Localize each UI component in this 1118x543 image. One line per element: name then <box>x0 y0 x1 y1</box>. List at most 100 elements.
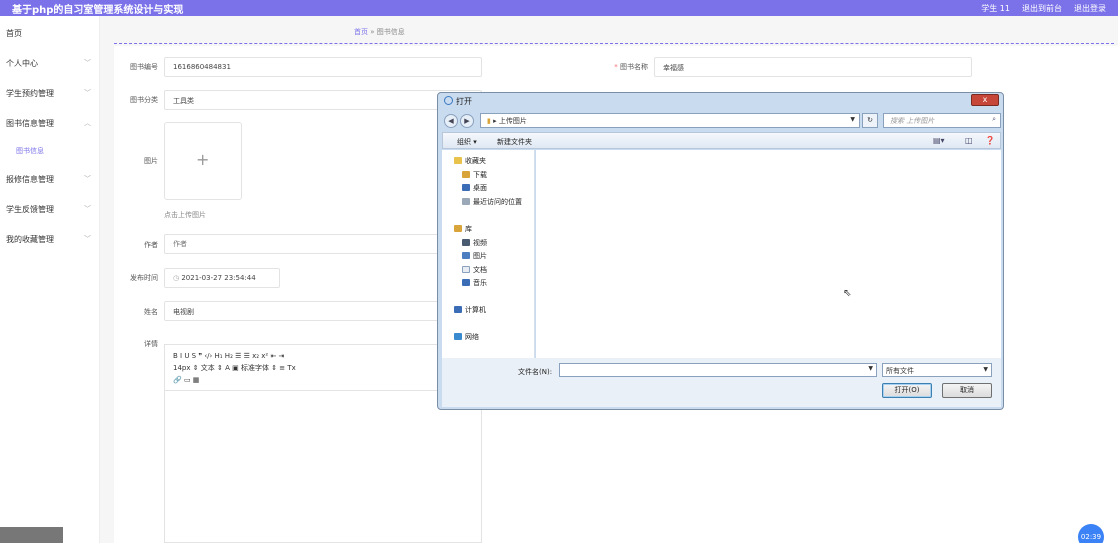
editor-toolbar[interactable]: B I U S ❞ ‹/› H₁ H₂ ☰ ☰ x₂ x² ⇤ ⇥ 14px ⇕… <box>165 345 481 391</box>
back-button[interactable]: ◀ <box>444 114 458 128</box>
logout-link[interactable]: 退出登录 <box>1074 3 1106 14</box>
top-bar: 基于php的自习室管理系统设计与实现 学生 11 退出到前台 退出登录 <box>0 0 1118 16</box>
image-upload[interactable]: + <box>164 122 242 200</box>
category-select[interactable]: 工具类 <box>164 90 482 110</box>
chevron-down-icon[interactable]: ▼ <box>868 365 873 372</box>
search-input[interactable]: 搜索 上传图片 ⌕ <box>883 113 1001 128</box>
editor-toolbar-row[interactable]: B I U S ❞ ‹/› H₁ H₂ ☰ ☰ x₂ x² ⇤ ⇥ <box>173 350 473 362</box>
search-icon[interactable]: ⌕ <box>992 115 996 124</box>
command-bar: 组织 ▾ 新建文件夹 ▤▾ ◫ ❓ <box>442 132 1001 149</box>
editor-toolbar-row[interactable]: 🔗 ▭ ▦ <box>173 374 473 386</box>
sidebar-item-books[interactable]: 图书信息管理 ︿ <box>6 118 91 129</box>
breadcrumb: 首页 » 图书信息 <box>354 28 405 36</box>
nav-videos[interactable]: 视频 <box>462 238 487 248</box>
app-icon <box>444 96 453 105</box>
book-no-label: 图书编号 <box>130 63 158 71</box>
to-frontend-link[interactable]: 退出到前台 <box>1022 3 1062 14</box>
plus-icon: + <box>196 150 210 169</box>
author-input[interactable] <box>164 234 482 254</box>
chevron-up-icon: ︿ <box>84 119 91 127</box>
chevron-down-icon: ﹀ <box>84 89 91 97</box>
nav-music[interactable]: 音乐 <box>462 278 487 288</box>
file-type-select[interactable]: 所有文件 ▼ <box>882 363 992 377</box>
address-bar: ◀ ▶ ▮ ▸ 上传图片 ▼ ↻ 搜索 上传图片 ⌕ <box>442 112 1001 130</box>
nav-pictures[interactable]: 图片 <box>462 251 487 261</box>
sidebar-item-reservations[interactable]: 学生预约管理 ﹀ <box>6 88 91 99</box>
sidebar-item-favorites[interactable]: 我的收藏管理 ﹀ <box>6 234 91 245</box>
breadcrumb-home[interactable]: 首页 <box>354 28 368 36</box>
upload-hint: 点击上传图片 <box>164 211 206 219</box>
category-label: 图书分类 <box>130 96 158 104</box>
nav-desktop[interactable]: 桌面 <box>462 183 487 193</box>
sidebar: 首页 个人中心 ﹀ 学生预约管理 ﹀ 图书信息管理 ︿ 图书信息 报修信息管理 ﹀ 学生… <box>0 16 100 543</box>
image-label: 图片 <box>144 157 158 165</box>
view-icon[interactable]: ▤▾ <box>933 136 945 145</box>
publish-date-input[interactable]: ◷ 2021-03-27 23:54:44 <box>164 268 280 288</box>
name-input[interactable]: 电视剧 <box>164 301 482 321</box>
open-button[interactable]: 打开(O) <box>882 383 932 398</box>
folder-icon: ▮ <box>487 117 491 125</box>
nav-downloads[interactable]: 下载 <box>462 170 487 180</box>
rich-text-editor[interactable]: B I U S ❞ ‹/› H₁ H₂ ☰ ☰ x₂ x² ⇤ ⇥ 14px ⇕… <box>164 344 482 543</box>
desktop-icon <box>462 184 470 191</box>
sidebar-item-home[interactable]: 首页 <box>6 28 22 39</box>
footer-bar <box>0 527 63 543</box>
nav-network[interactable]: 网络 <box>454 332 479 342</box>
music-icon <box>462 279 470 286</box>
path-box[interactable]: ▮ ▸ 上传图片 ▼ <box>480 113 860 128</box>
nav-recent[interactable]: 最近访问的位置 <box>462 197 522 207</box>
author-label: 作者 <box>144 241 158 249</box>
chevron-down-icon: ▼ <box>983 366 988 373</box>
chevron-down-icon: ﹀ <box>84 235 91 243</box>
nav-libraries[interactable]: 库 <box>454 224 472 234</box>
navigation-pane: 收藏夹 下载 桌面 最近访问的位置 库 视频 图片 文档 音乐 计算机 网络 <box>442 150 535 358</box>
name-label: 姓名 <box>144 308 158 316</box>
forward-button[interactable]: ▶ <box>460 114 474 128</box>
sidebar-subitem-book-info[interactable]: 图书信息 <box>16 146 44 156</box>
app-title: 基于php的自习室管理系统设计与实现 <box>12 5 184 16</box>
refresh-button[interactable]: ↻ <box>862 113 878 128</box>
close-button[interactable]: x <box>971 94 999 106</box>
dialog-title: 打开 <box>444 96 472 107</box>
divider <box>114 43 1114 44</box>
clock-badge: 02:39 <box>1078 524 1104 543</box>
dialog-bottom: 文件名(N): ▼ 所有文件 ▼ 打开(O) 取消 <box>442 358 1001 407</box>
downloads-icon <box>462 171 470 178</box>
new-folder-button[interactable]: 新建文件夹 <box>497 137 532 147</box>
picture-icon <box>462 252 470 259</box>
filename-input[interactable]: ▼ <box>559 363 877 377</box>
file-list[interactable]: ⇖ <box>536 150 1001 358</box>
library-icon <box>454 225 462 232</box>
book-no-input[interactable]: 1616860484831 <box>164 57 482 77</box>
chevron-down-icon[interactable]: ▼ <box>850 116 855 123</box>
chevron-down-icon: ﹀ <box>84 59 91 67</box>
nav-documents[interactable]: 文档 <box>462 265 487 275</box>
book-name-input[interactable]: 幸福感 <box>654 57 972 77</box>
editor-toolbar-row[interactable]: 14px ⇕ 文本 ⇕ A ▣ 标准字体 ⇕ ≡ Tx <box>173 362 473 374</box>
chevron-down-icon: ﹀ <box>84 205 91 213</box>
chevron-down-icon: ﹀ <box>84 175 91 183</box>
user-label: 学生 11 <box>981 4 1010 13</box>
help-icon[interactable]: ❓ <box>985 136 995 145</box>
preview-pane-icon[interactable]: ◫ <box>965 136 973 145</box>
computer-icon <box>454 306 462 313</box>
book-name-label: * 图书名称 <box>614 63 648 71</box>
sidebar-item-repairs[interactable]: 报修信息管理 ﹀ <box>6 174 91 185</box>
cancel-button[interactable]: 取消 <box>942 383 992 398</box>
sidebar-item-profile[interactable]: 个人中心 ﹀ <box>6 58 91 69</box>
star-icon <box>454 157 462 164</box>
nav-computer[interactable]: 计算机 <box>454 305 486 315</box>
recent-places-icon <box>462 198 470 205</box>
mouse-cursor-icon: ⇖ <box>843 288 852 299</box>
breadcrumb-current: 图书信息 <box>376 28 405 36</box>
file-open-dialog: 打开 x ◀ ▶ ▮ ▸ 上传图片 ▼ ↻ 搜索 上传图片 ⌕ 组织 ▾ 新建文件夹… <box>437 92 1004 410</box>
publish-label: 发布时间 <box>130 274 158 282</box>
network-icon <box>454 333 462 340</box>
nav-favorites[interactable]: 收藏夹 <box>454 156 486 166</box>
sidebar-item-feedback[interactable]: 学生反馈管理 ﹀ <box>6 204 91 215</box>
organize-button[interactable]: 组织 ▾ <box>457 137 477 147</box>
filename-label: 文件名(N): <box>518 368 553 376</box>
document-icon <box>462 266 470 273</box>
video-icon <box>462 239 470 246</box>
detail-label: 详情 <box>144 340 158 348</box>
